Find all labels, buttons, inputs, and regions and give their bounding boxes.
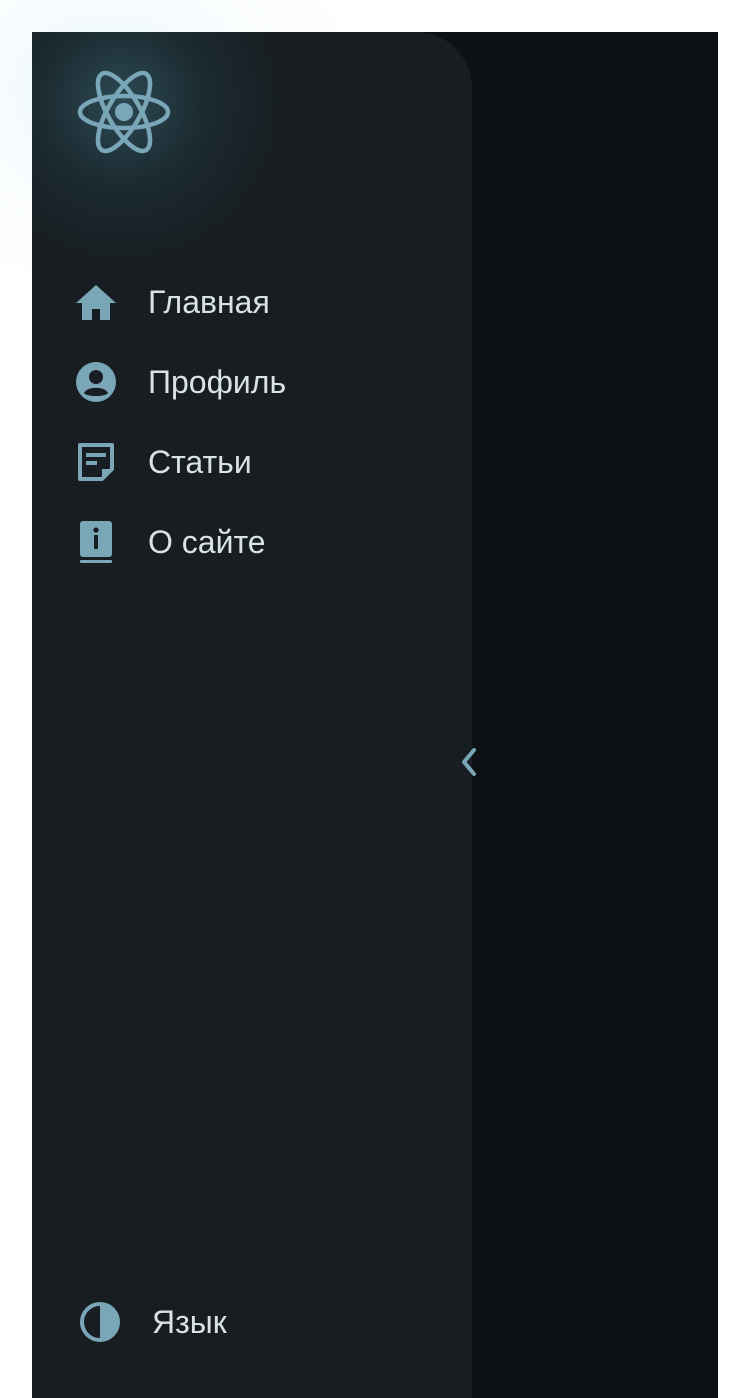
article-note-icon [74, 440, 118, 484]
contrast-half-icon [78, 1300, 122, 1344]
sidebar-item-articles[interactable]: Статьи [32, 422, 472, 502]
sidebar-item-about[interactable]: О сайте [32, 502, 472, 582]
sidebar-item-home[interactable]: Главная [32, 262, 472, 342]
account-circle-icon [74, 360, 118, 404]
language-switcher[interactable]: Язык [32, 1282, 472, 1362]
home-icon [74, 280, 118, 324]
sidebar: Главная Профиль Статьи О сайте Язык [32, 32, 472, 1398]
sidebar-nav: Главная Профиль Статьи О сайте [32, 262, 472, 582]
sidebar-item-label: Профиль [148, 364, 287, 400]
language-label: Язык [152, 1304, 227, 1340]
sidebar-item-profile[interactable]: Профиль [32, 342, 472, 422]
collapse-sidebar-button[interactable] [452, 744, 486, 784]
sidebar-item-label: Статьи [148, 444, 252, 480]
sidebar-item-label: Главная [148, 284, 270, 320]
sidebar-item-label: О сайте [148, 524, 266, 560]
atom-logo-icon[interactable] [76, 68, 172, 156]
chevron-left-icon [459, 746, 479, 783]
app-window: Главная Профиль Статьи О сайте Язык [32, 32, 718, 1398]
info-book-icon [74, 520, 118, 564]
